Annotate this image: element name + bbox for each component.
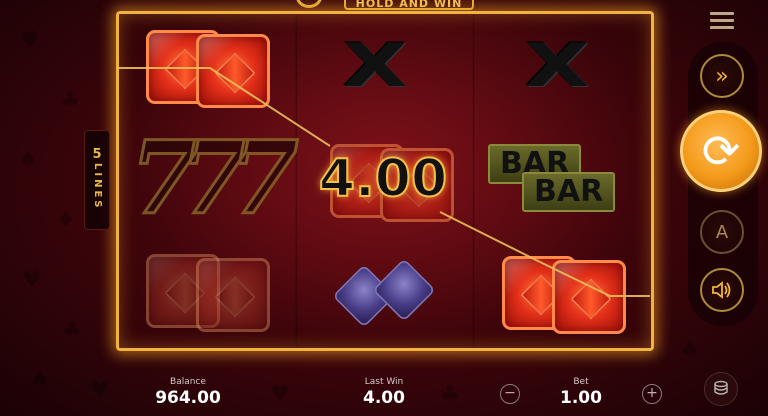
coins-stack-button[interactable]	[704, 372, 738, 406]
red-gem-pair-symbol	[146, 30, 276, 110]
bar-symbol-bottom: BAR	[522, 172, 616, 212]
spade-suit-icon: ♠	[30, 368, 50, 393]
spin-arrows-icon: ⟳	[701, 124, 741, 178]
coins-icon	[714, 380, 728, 395]
autoplay-button[interactable]: A	[700, 210, 744, 254]
speaker-icon	[712, 281, 731, 299]
red-gem-icon	[196, 34, 270, 108]
seven-seven-seven-symbol: 777	[129, 119, 301, 237]
heart-suit-icon: ♥	[20, 28, 40, 53]
red-gem-pair-symbol	[146, 254, 276, 334]
last-win-display: Last Win 4.00	[352, 376, 416, 408]
diamond-suit-icon: ♦	[56, 208, 76, 233]
red-gem-icon	[552, 260, 626, 334]
heart-suit-icon: ♥	[90, 378, 110, 403]
autoplay-icon: A	[715, 221, 729, 243]
heart-suit-icon: ♥	[22, 268, 42, 293]
sound-button[interactable]	[700, 268, 744, 312]
last-win-label: Last Win	[364, 377, 404, 387]
club-suit-icon: ♣	[440, 382, 460, 407]
balance-display: Balance 964.00	[140, 376, 236, 408]
win-amount-display: 4.00	[318, 148, 448, 210]
x-symbol: X	[524, 31, 590, 101]
decrease-bet-button[interactable]: −	[500, 384, 520, 404]
spade-suit-icon: ♠	[680, 338, 700, 363]
red-gem-pair-symbol	[502, 256, 632, 336]
heart-suit-icon: ♥	[270, 382, 290, 407]
bet-label: Bet	[573, 377, 589, 387]
bet-value: 1.00	[560, 388, 602, 408]
paylines-label: LINES	[92, 163, 103, 211]
club-suit-icon: ♣	[60, 88, 80, 113]
spin-button[interactable]: ⟳	[680, 110, 762, 192]
paylines-count: 5	[92, 147, 102, 163]
last-win-value: 4.00	[363, 388, 405, 408]
club-suit-icon: ♣	[62, 318, 82, 343]
purple-gem-icon	[372, 258, 436, 322]
fast-forward-icon: »	[715, 63, 729, 89]
balance-value: 964.00	[155, 388, 221, 408]
balance-label: Balance	[170, 377, 206, 387]
logo-badge	[296, 0, 322, 8]
x-symbol: X	[342, 31, 408, 101]
increase-bet-button[interactable]: +	[642, 384, 662, 404]
purple-gem-pair-symbol	[332, 258, 442, 330]
hamburger-menu-icon[interactable]	[710, 12, 734, 30]
game-title-banner: HOLD AND WIN	[344, 0, 474, 10]
bet-display: Bet 1.00	[546, 376, 616, 408]
red-gem-icon	[196, 258, 270, 332]
spade-suit-icon: ♠	[18, 148, 38, 173]
turbo-button[interactable]: »	[700, 54, 744, 98]
paylines-indicator: 5 LINES	[84, 130, 110, 230]
